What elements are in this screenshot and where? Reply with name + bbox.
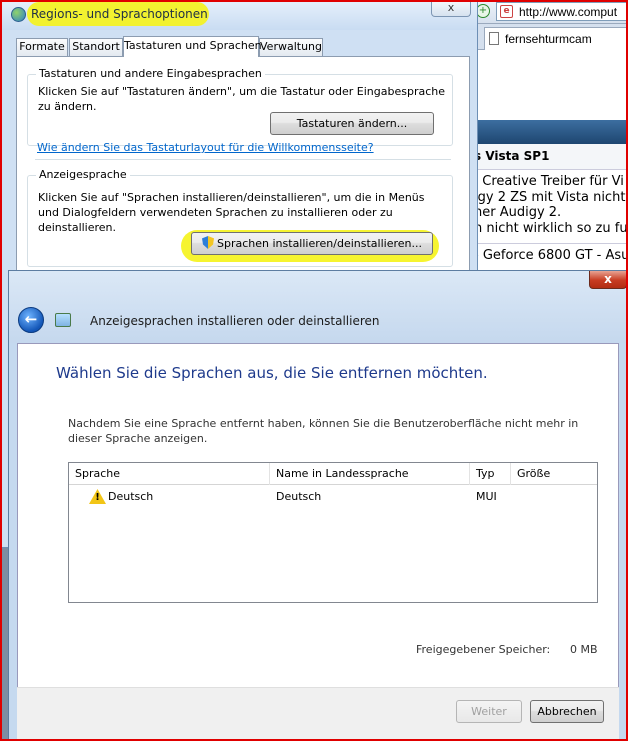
close-icon[interactable]: x bbox=[589, 271, 627, 289]
next-button[interactable]: Weiter bbox=[456, 700, 522, 723]
browser-toolbar: + e http://www.comput bbox=[470, 0, 628, 24]
install-uninstall-languages-button[interactable]: Sprachen installieren/deinstallieren... bbox=[191, 232, 433, 255]
page-banner bbox=[470, 120, 628, 144]
article-line: . Creative Treiber für Vi bbox=[474, 174, 624, 189]
cancel-button[interactable]: Abbrechen bbox=[530, 700, 604, 723]
group-legend: Anzeigesprache bbox=[36, 168, 130, 181]
browser-tab-strip: fernsehturmcam bbox=[470, 24, 628, 50]
article-heading: s Vista SP1 bbox=[470, 144, 628, 170]
display-languages-wizard: x ← Anzeigesprachen installieren oder de… bbox=[8, 270, 628, 741]
freed-space-label: Freigegebener Speicher: bbox=[416, 643, 551, 656]
address-url: http://www.comput bbox=[519, 5, 618, 19]
language-list[interactable]: Sprache Name in Landessprache Typ Größe … bbox=[68, 462, 598, 603]
wizard-body: Wählen Sie die Sprachen aus, die Sie ent… bbox=[17, 343, 619, 741]
change-keyboards-button[interactable]: Tastaturen ändern... bbox=[270, 112, 434, 135]
column-header-sprache[interactable]: Sprache bbox=[69, 463, 270, 485]
warning-mark: ! bbox=[95, 492, 100, 503]
group-description: Klicken Sie auf "Tastaturen ändern", um … bbox=[38, 85, 445, 113]
browser-tab[interactable]: fernsehturmcam bbox=[484, 27, 628, 50]
browser-tab-title: fernsehturmcam bbox=[505, 32, 592, 46]
close-icon[interactable]: x bbox=[431, 0, 471, 17]
tab-standort[interactable]: Standort bbox=[69, 38, 123, 56]
language-wizard-icon bbox=[55, 313, 71, 327]
divider bbox=[35, 159, 451, 160]
address-bar[interactable]: e http://www.comput bbox=[496, 2, 628, 21]
info-text: Nachdem Sie eine Sprache entfernt haben,… bbox=[68, 417, 579, 445]
cell-typ: MUI bbox=[476, 490, 497, 503]
column-header-typ[interactable]: Typ bbox=[470, 463, 511, 485]
group-legend: Tastaturen und andere Eingabesprachen bbox=[36, 67, 265, 80]
article-text: . Creative Treiber für Vi igy 2 ZS mit V… bbox=[474, 174, 628, 236]
document-icon bbox=[489, 32, 499, 45]
install-button-label: Sprachen installieren/deinstallieren... bbox=[217, 237, 422, 250]
article-heading-text: s Vista SP1 bbox=[474, 149, 550, 163]
welcome-screen-keyboard-link[interactable]: Wie ändern Sie das Tastaturlayout für di… bbox=[37, 141, 374, 154]
tab-tastaturen-und-sprachen[interactable]: Tastaturen und Sprachen bbox=[123, 36, 262, 57]
article-line: igy 2 ZS mit Vista nicht n bbox=[474, 189, 628, 205]
cell-sprache: Deutsch bbox=[108, 490, 154, 503]
column-header-groesse[interactable]: Größe bbox=[511, 463, 597, 485]
article-line: - Geforce 6800 GT - Asu bbox=[470, 243, 628, 267]
wizard-caption: Anzeigesprachen installieren oder deinst… bbox=[90, 314, 380, 328]
add-icon[interactable]: + bbox=[476, 4, 490, 18]
wizard-header: x ← Anzeigesprachen installieren oder de… bbox=[9, 271, 627, 343]
column-header-landessprache[interactable]: Name in Landessprache bbox=[270, 463, 470, 485]
keyboards-group: Tastaturen und andere Eingabesprachen Kl… bbox=[27, 67, 453, 146]
list-header: Sprache Name in Landessprache Typ Größe bbox=[69, 463, 597, 485]
list-item[interactable]: ! Deutsch Deutsch MUI bbox=[69, 486, 597, 507]
dialog-title: Regions- und Sprachoptionen bbox=[31, 7, 208, 21]
tab-formate[interactable]: Formate bbox=[16, 38, 68, 56]
freed-space-value: 0 MB bbox=[570, 643, 598, 656]
page-title: Wählen Sie die Sprachen aus, die Sie ent… bbox=[56, 364, 488, 382]
cell-landessprache: Deutsch bbox=[276, 490, 322, 503]
globe-icon bbox=[11, 7, 26, 22]
group-description: Klicken Sie auf "Sprachen installieren/d… bbox=[38, 191, 425, 234]
article-line: h nicht wirklich so zu fur bbox=[474, 220, 628, 236]
back-arrow-icon[interactable]: ← bbox=[18, 307, 44, 333]
wizard-footer: Weiter Abbrechen bbox=[17, 687, 619, 741]
article-line: ner Audigy 2. bbox=[474, 205, 562, 220]
tab-verwaltung[interactable]: Verwaltung bbox=[259, 38, 323, 56]
dialog-titlebar: Regions- und Sprachoptionen x bbox=[1, 0, 477, 30]
site-favicon-icon: e bbox=[500, 5, 513, 18]
uac-shield-icon bbox=[202, 236, 215, 249]
